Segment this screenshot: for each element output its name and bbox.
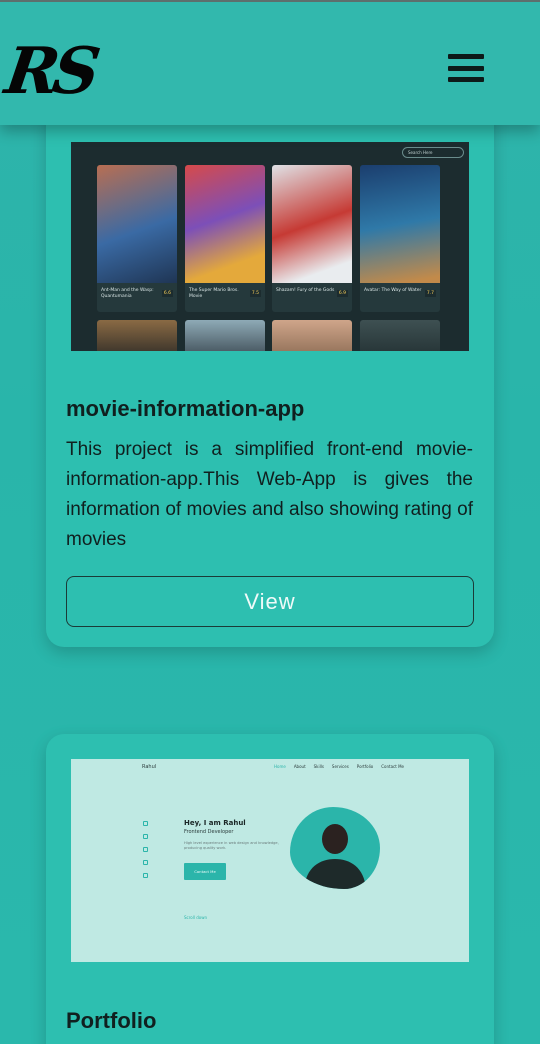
movie-name: Shazam! Fury of the Gods — [276, 288, 335, 293]
dribbble-icon — [143, 834, 148, 839]
menu-bar — [448, 54, 484, 59]
movie-name: Ant-Man and the Wasp: Quantumania — [101, 288, 154, 299]
movie-card: Ant-Man and the Wasp: Quantumania 6.6 — [97, 165, 177, 312]
menu-bar — [448, 65, 484, 71]
site-logo[interactable]: RS — [0, 32, 99, 112]
movie-card — [272, 320, 352, 351]
social-icons — [143, 821, 148, 878]
twitter-icon — [143, 860, 148, 865]
movie-rating: 6.9 — [336, 290, 348, 297]
project-description: This project is a simplified front-end m… — [66, 439, 473, 550]
nav-item: About — [293, 764, 306, 769]
project-screenshot: Search Here Ant-Man and the Wasp: Quantu… — [71, 142, 469, 351]
project-title: movie-information-app — [66, 396, 305, 421]
logo-text: RS — [0, 34, 99, 109]
person-avatar-icon — [304, 824, 366, 889]
movie-card — [97, 320, 177, 351]
movie-card: The Super Mario Bros. Movie 7.5 — [185, 165, 265, 312]
screenshot-intro: High level experience in web design and … — [184, 841, 279, 850]
project-card-portfolio: Rahul Home About Skills Services Portfol… — [46, 734, 494, 1044]
screenshot-contact-button: Contact Me — [184, 863, 226, 880]
movie-rating: 7.5 — [249, 290, 261, 297]
screenshot-nav: Home About Skills Services Portfolio Con… — [274, 764, 404, 769]
movie-poster — [360, 165, 440, 283]
movie-card — [360, 320, 440, 351]
movie-rating: 7.7 — [424, 290, 436, 297]
movie-name: The Super Mario Bros. Movie — [189, 288, 239, 299]
email-icon — [143, 873, 148, 878]
nav-item: Home — [274, 764, 286, 769]
project-title: Portfolio — [66, 1008, 157, 1033]
movie-card — [185, 320, 265, 351]
movie-poster — [272, 165, 352, 283]
menu-bar — [448, 77, 484, 82]
view-button[interactable]: View — [66, 576, 474, 627]
project-screenshot: Rahul Home About Skills Services Portfol… — [71, 759, 469, 962]
site-header: RS — [0, 0, 540, 125]
movie-card: Shazam! Fury of the Gods 6.9 — [272, 165, 352, 312]
nav-item: Portfolio — [356, 764, 374, 769]
nav-item: Services — [331, 764, 349, 769]
project-card-movie-app: Search Here Ant-Man and the Wasp: Quantu… — [46, 95, 494, 647]
nav-item: Contact Me — [381, 764, 405, 769]
screenshot-greeting: Hey, I am Rahul — [184, 819, 246, 827]
movie-rating: 6.6 — [161, 290, 173, 297]
profile-photo — [290, 807, 380, 889]
hamburger-icon[interactable] — [448, 54, 484, 82]
linkedin-icon — [143, 821, 148, 826]
movie-poster — [185, 165, 265, 283]
screenshot-brand: Rahul — [142, 764, 157, 770]
movie-name: Avatar: The Way of Water — [364, 288, 422, 293]
nav-item: Skills — [313, 764, 324, 769]
movie-poster — [97, 165, 177, 283]
movie-card: Avatar: The Way of Water 7.7 — [360, 165, 440, 312]
screenshot-search-input: Search Here — [402, 147, 464, 158]
facebook-icon — [143, 847, 148, 852]
screenshot-role: Frontend Developer — [184, 829, 234, 835]
screenshot-scroll-label: Scroll down — [184, 915, 208, 920]
